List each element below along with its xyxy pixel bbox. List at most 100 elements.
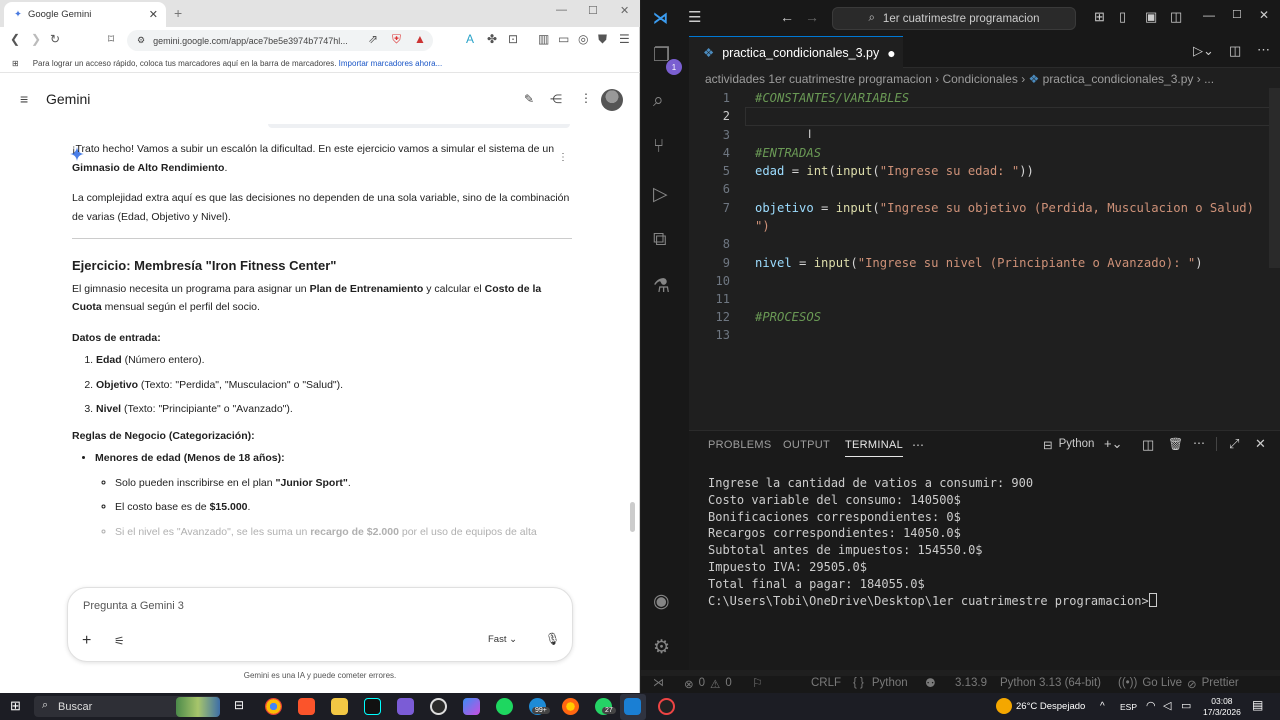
brave-app-icon[interactable] [298, 698, 315, 715]
source-control-icon[interactable]: ⑂ [653, 136, 664, 158]
mode-selector[interactable]: Fast ⌄ [488, 634, 517, 645]
new-terminal-icon[interactable]: +⌄ [1104, 436, 1122, 452]
chrome-app-icon[interactable] [265, 698, 282, 715]
store-app-icon[interactable] [397, 698, 414, 715]
testing-icon[interactable]: ⚗ [653, 275, 670, 298]
problems-status[interactable]: ⊗ 0 ⚠ 0 [684, 677, 732, 691]
tray-overflow-icon[interactable]: ^ [1100, 701, 1105, 712]
minimize-icon[interactable]: — [1203, 8, 1215, 22]
prettier-status[interactable]: ⊘ Prettier [1187, 677, 1239, 691]
new-chat-icon[interactable]: ✎ [524, 92, 534, 106]
layout-panels-icon[interactable]: ⊞ [1094, 9, 1105, 25]
terminal-profile[interactable]: ⊟ Python [1043, 438, 1094, 452]
tools-icon[interactable]: ⚟ [114, 634, 125, 648]
close-window-icon[interactable]: ✕ [1259, 8, 1269, 22]
shield-icon[interactable]: ⛊ [598, 32, 607, 47]
wallet-icon[interactable]: ▭ [558, 32, 569, 46]
panel-more-icon[interactable]: ⋯ [912, 438, 924, 452]
forward-icon[interactable]: ❯ [31, 32, 41, 46]
maximize-icon[interactable]: ☐ [588, 4, 598, 17]
vscode-app-icon[interactable] [624, 698, 641, 715]
close-panel-icon[interactable]: ✕ [1255, 436, 1266, 452]
rewards-icon[interactable]: ▲ [414, 32, 426, 46]
tab-terminal[interactable]: TERMINAL [845, 439, 904, 457]
notifications-icon[interactable]: ▤ [1252, 698, 1263, 712]
copilot-app-icon[interactable] [463, 698, 480, 715]
minimize-icon[interactable]: — [556, 4, 567, 16]
avatar[interactable] [601, 89, 623, 111]
unsaved-dot-icon[interactable]: ● [887, 45, 895, 61]
more-actions-icon[interactable]: ⋯ [1257, 42, 1270, 58]
address-bar[interactable]: ⚙ gemini.google.com/app/ace7be5e3974b774… [127, 30, 433, 51]
remote-icon[interactable]: ⋊ [653, 676, 664, 689]
vpn-icon[interactable]: ◎ [578, 32, 588, 46]
add-attachment-icon[interactable]: + [82, 632, 91, 650]
tiktok-app-icon[interactable] [364, 698, 381, 715]
close-tab-icon[interactable]: ✕ [149, 8, 158, 21]
obs-app-icon[interactable] [658, 698, 675, 715]
task-view-icon[interactable]: ⊟ [234, 698, 244, 712]
breadcrumb-item[interactable]: actividades 1er cuatrimestre programacio… [705, 72, 932, 86]
settings-gear-icon[interactable]: ⚙ [653, 636, 670, 659]
close-window-icon[interactable]: ✕ [620, 4, 629, 17]
language-indicator[interactable]: ESP [1120, 702, 1137, 712]
maximize-icon[interactable]: ☐ [1232, 8, 1242, 21]
new-tab-icon[interactable]: + [174, 5, 182, 21]
run-python-icon[interactable]: ▷⌄ [1193, 43, 1214, 59]
chatgpt-app-icon[interactable] [430, 698, 447, 715]
toggle-panel-icon[interactable]: ▣ [1145, 9, 1157, 25]
editor-tab[interactable]: ❖ practica_condicionales_3.py ● [689, 36, 903, 68]
breadcrumb-item[interactable]: Condicionales [942, 72, 1017, 86]
browser-tab[interactable]: ✦ Google Gemini ✕ [4, 2, 166, 27]
more-options-icon[interactable]: ⋮ [580, 91, 592, 105]
breadcrumb-item[interactable]: ... [1204, 72, 1214, 86]
sidebar-icon[interactable]: ▥ [538, 32, 549, 46]
prompt-box[interactable] [67, 587, 573, 662]
apps-grid-icon[interactable]: ⊞ [12, 59, 19, 68]
site-info-icon[interactable]: ⚙ [137, 35, 145, 46]
command-center-search[interactable]: ⌕ 1er cuatrimestre programacion [832, 7, 1076, 30]
microphone-icon[interactable]: 🎙 [545, 632, 560, 646]
go-live-button[interactable]: ((•)) Go Live [1118, 677, 1182, 689]
toggle-sidebar-icon[interactable]: ▯ [1119, 9, 1126, 25]
spotify-app-icon[interactable] [496, 698, 513, 715]
menu-icon[interactable]: ☰ [619, 32, 630, 46]
bookmark-icon[interactable]: ⌑ [108, 32, 114, 46]
scrollbar[interactable] [630, 502, 635, 532]
search-icon[interactable]: ⌕ [653, 90, 664, 112]
share-icon[interactable]: ⋲ [550, 92, 562, 106]
python-version-status[interactable]: 3.13.9 [955, 677, 987, 689]
prompt-input[interactable]: Pregunta a Gemini 3 [83, 600, 184, 612]
maximize-panel-icon[interactable]: ⤢ [1229, 436, 1239, 452]
kill-terminal-icon[interactable]: 🗑 [1168, 437, 1183, 451]
translate-icon[interactable]: A [466, 32, 474, 46]
tab-problems[interactable]: PROBLEMS [708, 439, 772, 451]
windows-start-icon[interactable]: ⊞ [10, 698, 21, 714]
ports-icon[interactable]: ⚐ [752, 676, 763, 690]
wifi-icon[interactable]: ◠ [1146, 699, 1156, 712]
breadcrumb-item[interactable]: practica_condicionales_3.py [1043, 72, 1194, 86]
extensions-icon[interactable]: ⧉ [653, 229, 667, 251]
reload-icon[interactable]: ↻ [50, 32, 60, 46]
back-icon[interactable]: ❮ [10, 32, 20, 46]
hamburger-menu-icon[interactable]: ≡ [20, 91, 28, 107]
split-editor-icon[interactable]: ◫ [1229, 43, 1241, 59]
volume-icon[interactable]: ◁ [1163, 699, 1171, 712]
split-terminal-icon[interactable]: ◫ [1142, 437, 1154, 453]
clock[interactable]: 03:08 17/3/2026 [1203, 696, 1241, 718]
nav-forward-icon[interactable]: → [805, 9, 819, 25]
battery-icon[interactable]: ▭ [1181, 699, 1191, 712]
panel-actions-icon[interactable]: ⋯ [1193, 436, 1205, 450]
run-debug-icon[interactable]: ▷ [653, 183, 668, 206]
share-page-icon[interactable]: ⇗ [368, 32, 378, 46]
interpreter-status[interactable]: Python 3.13 (64-bit) [1000, 677, 1101, 689]
toggle-secondary-sidebar-icon[interactable]: ◫ [1170, 9, 1182, 25]
file-explorer-icon[interactable] [331, 698, 348, 715]
brave-shield-icon[interactable]: ⛨ [392, 32, 401, 47]
extensions-icon[interactable]: ✤ [487, 32, 497, 46]
menu-icon[interactable]: ☰ [688, 8, 701, 26]
firefox-app-icon[interactable] [562, 698, 579, 715]
import-bookmarks-link[interactable]: Importar marcadores ahora... [339, 59, 443, 68]
screenshot-icon[interactable]: ⊡ [508, 32, 518, 46]
nav-back-icon[interactable]: ← [780, 9, 794, 25]
